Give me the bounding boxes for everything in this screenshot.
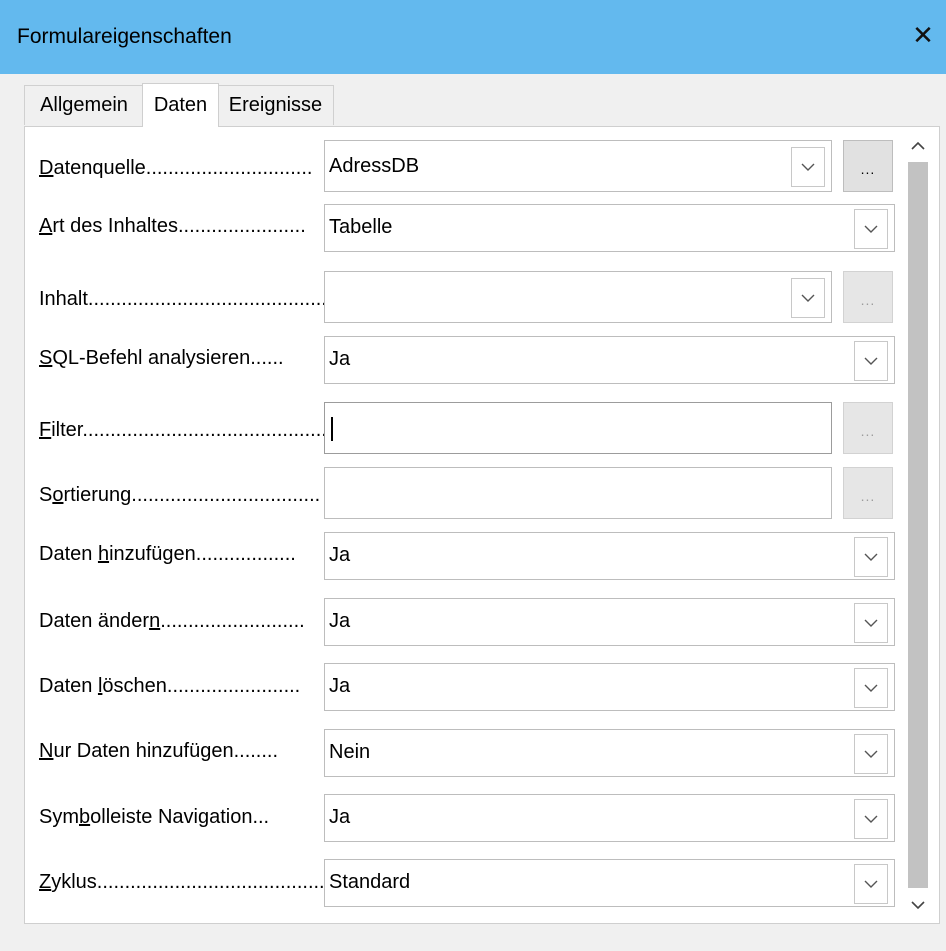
window-title: Formulareigenschaften [17,25,232,48]
sql-befehl-analysieren-value: Ja [329,348,351,370]
art-des-inhaltes-select[interactable]: Tabelle [324,204,895,252]
filter-browse-button[interactable]: ... [843,402,893,454]
label-sortierung: Sortierung..............................… [39,484,321,506]
daten-hinzufuegen-value: Ja [329,544,351,566]
label-nur-daten-hinzufuegen: Nur Daten hinzufügen........ [39,740,279,762]
scrollbar-thumb[interactable] [908,162,928,888]
chevron-down-icon[interactable] [854,799,888,839]
vertical-scrollbar[interactable] [901,132,935,918]
label-daten-aendern: Daten ändern.......................... [39,610,305,632]
label-datenquelle: Datenquelle.............................… [39,157,313,179]
tab-allgemein[interactable]: Allgemein [24,85,144,125]
chevron-down-icon[interactable] [854,668,888,708]
inhalt-combobox[interactable] [324,271,832,323]
label-symbolleiste-navigation: Symbolleiste Navigation... [39,806,270,828]
symbolleiste-navigation-select[interactable]: Ja [324,794,895,842]
tab-ereignisse[interactable]: Ereignisse [217,85,334,125]
sortierung-browse-button[interactable]: ... [843,467,893,519]
title-bar: Formulareigenschaften ✕ [0,0,946,74]
chevron-down-icon[interactable] [791,147,825,187]
chevron-down-icon[interactable] [854,864,888,904]
inhalt-browse-button[interactable]: ... [843,271,893,323]
filter-input[interactable] [324,402,832,454]
daten-aendern-value: Ja [329,610,351,632]
scroll-down-icon[interactable] [901,892,935,918]
label-zyklus: Zyklus..................................… [39,871,331,893]
datenquelle-browse-button[interactable]: ... [843,140,893,192]
zyklus-value: Standard [329,871,411,893]
daten-aendern-select[interactable]: Ja [324,598,895,646]
zyklus-select[interactable]: Standard [324,859,895,907]
datenquelle-combobox[interactable]: AdressDB [324,140,832,192]
nur-daten-hinzufuegen-value: Nein [329,741,371,763]
chevron-down-icon[interactable] [854,537,888,577]
label-inhalt: Inhalt..................................… [39,288,327,310]
sql-befehl-analysieren-select[interactable]: Ja [324,336,895,384]
chevron-down-icon[interactable] [854,734,888,774]
chevron-down-icon[interactable] [791,278,825,318]
sortierung-input[interactable] [324,467,832,519]
symbolleiste-navigation-value: Ja [329,806,351,828]
chevron-down-icon[interactable] [854,603,888,643]
daten-loeschen-select[interactable]: Ja [324,663,895,711]
label-daten-loeschen: Daten löschen........................ [39,675,301,697]
label-filter: Filter..................................… [39,419,338,441]
tab-daten[interactable]: Daten [142,83,219,127]
daten-hinzufuegen-select[interactable]: Ja [324,532,895,580]
label-daten-hinzufuegen: Daten hinzufügen.................. [39,543,296,565]
close-icon[interactable]: ✕ [908,20,938,50]
label-sql-befehl-analysieren: SQL-Befehl analysieren...... [39,347,284,369]
daten-loeschen-value: Ja [329,675,351,697]
text-cursor [331,417,333,441]
datenquelle-value: AdressDB [329,155,420,177]
art-des-inhaltes-value: Tabelle [329,216,393,238]
nur-daten-hinzufuegen-select[interactable]: Nein [324,729,895,777]
chevron-down-icon[interactable] [854,341,888,381]
label-art-des-inhaltes: Art des Inhaltes....................... [39,215,306,237]
scroll-up-icon[interactable] [901,132,935,158]
chevron-down-icon[interactable] [854,209,888,249]
